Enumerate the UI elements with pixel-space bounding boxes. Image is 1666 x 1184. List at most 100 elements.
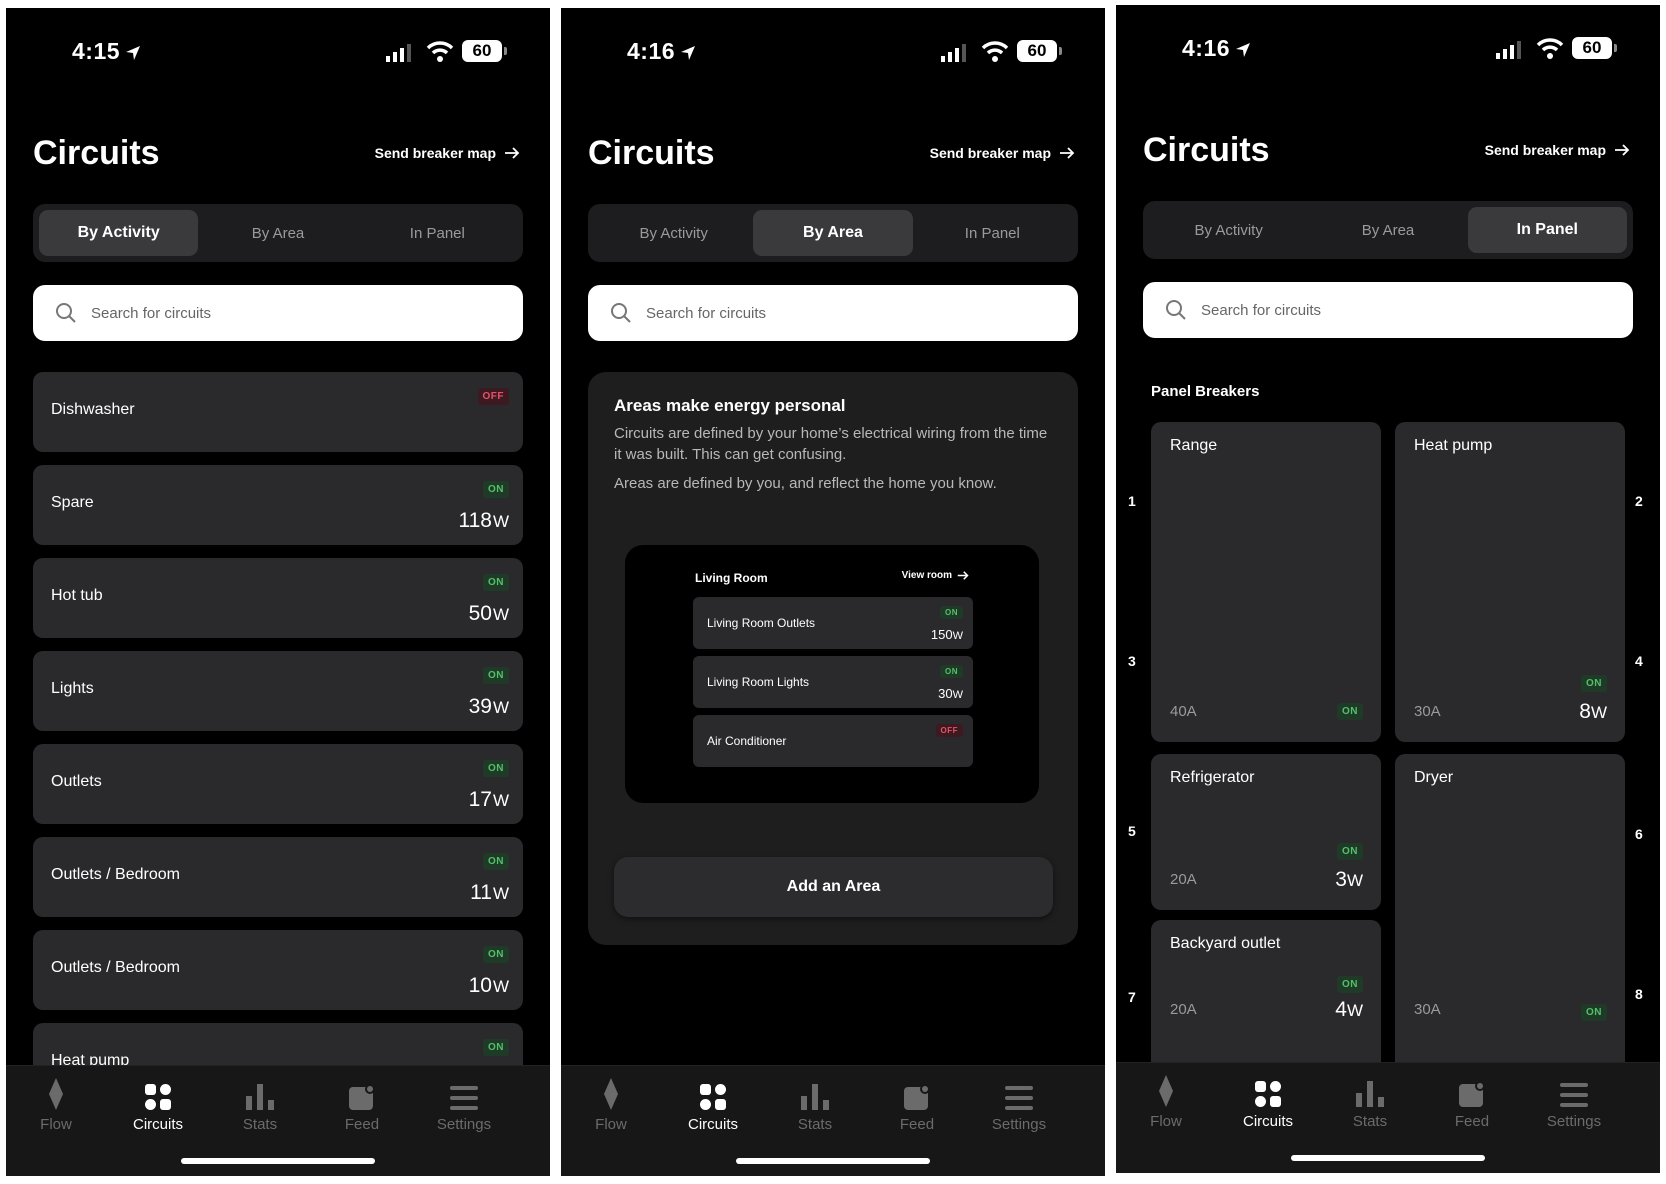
circuit-name: Outlets / Bedroom — [51, 866, 180, 883]
add-area-button[interactable]: Add an Area — [614, 857, 1053, 917]
search-input[interactable]: Search for circuits — [33, 285, 523, 341]
tabbar-settings[interactable]: Settings — [1524, 1075, 1624, 1130]
location-arrow-icon — [1236, 42, 1251, 57]
send-breaker-map-link[interactable]: Send breaker map — [1485, 142, 1630, 158]
tab-in-panel[interactable]: In Panel — [358, 210, 517, 256]
search-input[interactable]: Search for circuits — [1143, 282, 1633, 338]
search-input[interactable]: Search for circuits — [588, 285, 1078, 341]
circuit-name: Outlets / Bedroom — [51, 959, 180, 976]
stats-icon — [801, 1084, 829, 1110]
home-indicator — [736, 1158, 930, 1164]
home-indicator — [1291, 1155, 1485, 1161]
tab-in-panel[interactable]: In Panel — [1467, 207, 1627, 253]
circuit-row[interactable]: Outlets ON 17W — [33, 744, 523, 824]
status-badge: ON — [483, 1039, 509, 1056]
tabbar-circuits[interactable]: Circuits — [108, 1078, 208, 1133]
breaker-power: 8W — [1579, 700, 1607, 723]
circuit-row[interactable]: Outlets / Bedroom ON 10W — [33, 930, 523, 1010]
card-title: Areas make energy personal — [614, 396, 846, 415]
tab-by-area[interactable]: By Area — [753, 210, 913, 256]
tabbar-flow[interactable]: Flow — [561, 1078, 661, 1133]
arrow-right-icon — [957, 571, 969, 580]
status-badge: ON — [1581, 675, 1607, 692]
view-segmented-control: By Activity By Area In Panel — [33, 204, 523, 262]
feed-icon — [904, 1084, 930, 1110]
tabbar-circuits[interactable]: Circuits — [1218, 1075, 1318, 1130]
circuit-row[interactable]: Hot tub ON 50W — [33, 558, 523, 638]
tab-by-activity[interactable]: By Activity — [39, 210, 199, 256]
breaker-card[interactable]: Range 40A ON — [1151, 422, 1381, 742]
search-placeholder: Search for circuits — [91, 304, 212, 322]
status-badge: ON — [483, 760, 509, 777]
tabbar-feed[interactable]: Feed — [1422, 1075, 1522, 1130]
page-title: Circuits — [588, 134, 715, 172]
status-bar: 4:15 60 — [6, 32, 550, 72]
breaker-card[interactable]: Heat pump 30A ON 8W — [1395, 422, 1625, 742]
status-bar: 4:16 60 — [561, 32, 1105, 72]
circuit-row[interactable]: Lights ON 39W — [33, 651, 523, 731]
breaker-amperage: 30A — [1414, 703, 1441, 720]
preview-circuit-row: Living Room Outlets ON 150W — [693, 597, 973, 649]
tabbar-feed[interactable]: Feed — [867, 1078, 967, 1133]
search-placeholder: Search for circuits — [646, 304, 767, 322]
page-title: Circuits — [33, 134, 160, 172]
bottom-tab-bar: Flow Circuits Stats Feed Settings — [561, 1065, 1105, 1176]
circuits-icon — [145, 1084, 171, 1110]
tabbar-stats[interactable]: Stats — [210, 1078, 310, 1133]
status-badge: ON — [483, 946, 509, 963]
breaker-card[interactable]: Backyard outlet 20A ON 4W — [1151, 920, 1381, 1084]
status-badge: ON — [1337, 843, 1363, 860]
circuit-power: 10W — [468, 974, 509, 997]
status-badge: ON — [483, 667, 509, 684]
status-bar: 4:16 60 — [1116, 29, 1660, 69]
circuit-name: Living Room Outlets — [707, 616, 816, 630]
tabbar-settings[interactable]: Settings — [969, 1078, 1069, 1133]
circuit-row[interactable]: Spare ON 118W — [33, 465, 523, 545]
circuit-name: Air Conditioner — [707, 734, 787, 748]
battery-indicator: 60 — [1017, 40, 1062, 62]
breaker-amperage: 30A — [1414, 1001, 1441, 1018]
circuit-power: 118W — [458, 509, 509, 532]
breaker-name: Heat pump — [1414, 437, 1493, 454]
circuits-icon — [1255, 1081, 1281, 1107]
tabbar-flow[interactable]: Flow — [6, 1078, 106, 1133]
tab-by-activity[interactable]: By Activity — [1149, 207, 1308, 253]
status-badge: ON — [483, 481, 509, 498]
tabbar-stats[interactable]: Stats — [1320, 1075, 1420, 1130]
tabbar-feed[interactable]: Feed — [312, 1078, 412, 1133]
circuit-row[interactable]: Dishwasher OFF — [33, 372, 523, 452]
breaker-amperage: 20A — [1170, 1001, 1197, 1018]
tabbar-stats[interactable]: Stats — [765, 1078, 865, 1133]
card-description: Circuits are defined by your home’s elec… — [614, 425, 1048, 492]
tabbar-flow[interactable]: Flow — [1116, 1075, 1216, 1130]
battery-indicator: 60 — [462, 40, 507, 62]
circuit-power: 150W — [930, 627, 963, 642]
areas-intro-card: Areas make energy personal Circuits are … — [588, 372, 1078, 945]
preview-circuit-row: Air Conditioner OFF — [693, 715, 973, 767]
location-arrow-icon — [126, 45, 141, 60]
arrow-right-icon — [1060, 147, 1075, 159]
circuit-row[interactable]: Outlets / Bedroom ON 11W — [33, 837, 523, 917]
breaker-amperage: 40A — [1170, 703, 1197, 720]
breaker-card[interactable]: Dryer 30A ON — [1395, 754, 1625, 1084]
breaker-card[interactable]: Refrigerator 20A ON 3W — [1151, 754, 1381, 910]
status-badge: ON — [483, 574, 509, 591]
send-breaker-map-link[interactable]: Send breaker map — [930, 145, 1075, 161]
breaker-slot-number: 6 — [1635, 826, 1643, 842]
tab-in-panel[interactable]: In Panel — [913, 210, 1072, 256]
tabbar-settings[interactable]: Settings — [414, 1078, 514, 1133]
send-breaker-map-link[interactable]: Send breaker map — [375, 145, 520, 161]
breaker-slot-number: 8 — [1635, 986, 1643, 1002]
settings-icon — [450, 1086, 478, 1110]
status-badge: ON — [940, 665, 963, 678]
wifi-icon — [426, 41, 454, 62]
tab-by-area[interactable]: By Area — [198, 210, 357, 256]
tab-by-area[interactable]: By Area — [1308, 207, 1467, 253]
breaker-slot-number: 1 — [1128, 493, 1136, 509]
wifi-icon — [981, 41, 1009, 62]
tabbar-circuits[interactable]: Circuits — [663, 1078, 763, 1133]
circuits-icon — [700, 1084, 726, 1110]
circuit-name: Outlets — [51, 773, 102, 790]
tab-by-activity[interactable]: By Activity — [594, 210, 753, 256]
status-time: 4:16 — [627, 38, 697, 65]
